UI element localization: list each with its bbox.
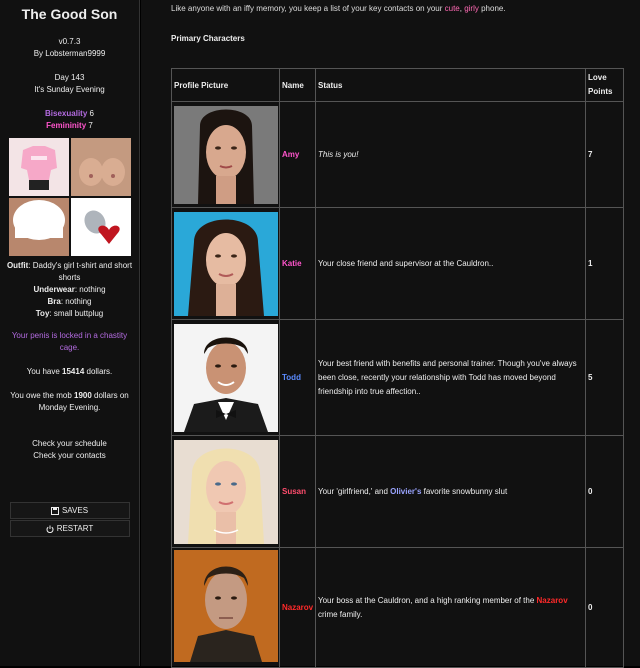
schedule-link[interactable]: Check your schedule <box>0 438 139 450</box>
amy-portrait <box>174 105 278 204</box>
profile-picture-cell <box>171 101 280 208</box>
chastity-text: Your penis is locked in a chastity cage. <box>11 331 128 352</box>
status-cell: Your 'girlfriend,' and Olivier's favorit… <box>315 435 586 548</box>
contacts-link[interactable]: Check your contacts <box>0 450 139 462</box>
outfit-line: Outfit: Daddy's girl t-shirt and short s… <box>0 260 139 284</box>
torso-image <box>70 138 131 196</box>
time-text: It's Sunday Evening <box>34 85 105 94</box>
bra-line: Bra: nothing <box>0 296 139 308</box>
author-text: By Lobsterman9999 <box>33 49 106 58</box>
power-icon <box>46 525 54 533</box>
debt-value: 1900 <box>74 391 92 400</box>
points-cell: 5 <box>585 319 624 436</box>
todd-portrait <box>174 323 278 432</box>
underwear-line: Underwear: nothing <box>0 284 139 296</box>
profile-picture-cell <box>171 435 280 548</box>
money-post: dollars. <box>84 367 113 376</box>
money-text: You have 15414 dollars. <box>0 366 139 378</box>
bisexuality-value: 6 <box>89 109 94 118</box>
buttplug-image <box>70 198 131 256</box>
bra-value: : nothing <box>60 297 92 306</box>
header-picture: Profile Picture <box>171 68 280 102</box>
points-cell: 0 <box>585 435 624 548</box>
table-row: Nazarov Your boss at the Cauldron, and a… <box>171 547 624 668</box>
susan-portrait <box>174 439 278 544</box>
underwear-label: Underwear <box>33 285 75 294</box>
status-cell: This is you! <box>315 101 586 208</box>
name-cell: Amy <box>279 101 316 208</box>
bisexuality-stat: Bisexuality 6 <box>0 108 139 120</box>
points-cell: 7 <box>585 101 624 208</box>
contacts-table: Profile Picture Name Status Love Points <box>171 68 624 668</box>
toy-label: Toy <box>35 309 50 318</box>
money-value: 15414 <box>62 367 85 376</box>
name-cell: Katie <box>279 207 316 320</box>
femininity-value: 7 <box>88 121 93 130</box>
outfit-thumbnails <box>8 138 131 256</box>
intro-pre: Like anyone with an iffy memory, you kee… <box>171 4 445 13</box>
tshirt-image <box>8 138 69 196</box>
table-row: Amy This is you! 7 <box>171 101 624 208</box>
header-name: Name <box>279 68 316 102</box>
table-row: Katie Your close friend and supervisor a… <box>171 207 624 320</box>
cute-word: cute <box>444 4 460 13</box>
toy-value: : small buttplug <box>49 309 104 318</box>
status-post: crime family. <box>318 609 363 619</box>
name-cell: Nazarov <box>279 547 316 668</box>
floppy-icon <box>50 506 59 515</box>
version-text: v0.7.3 <box>58 37 81 46</box>
status-cell: Your close friend and supervisor at the … <box>315 207 586 320</box>
points-cell: 1 <box>585 207 624 320</box>
table-row: Todd Your best friend with benefits and … <box>171 319 624 436</box>
bra-label: Bra <box>47 297 61 306</box>
debt-text: You owe the mob 1900 dollars on Monday E… <box>0 390 139 414</box>
name-cell: Todd <box>279 319 316 436</box>
name-cell: Susan <box>279 435 316 548</box>
header-status: Status <box>315 68 586 102</box>
outfit-value: : Daddy's girl t-shirt and short shorts <box>28 261 133 282</box>
profile-picture-cell <box>171 319 280 436</box>
bisexuality-label: Bisexuality <box>45 109 88 118</box>
femininity-label: Femininity <box>46 121 87 130</box>
day-text: Day 143 <box>54 73 85 82</box>
saves-button[interactable]: SAVES <box>9 502 130 519</box>
debt-pre: You owe the mob <box>10 391 75 400</box>
underwear-value: : nothing <box>74 285 106 294</box>
section-title: Primary Characters <box>171 34 245 43</box>
olivier-link: Olivier's <box>390 486 422 496</box>
girly-word: girly <box>464 4 479 13</box>
status-cell: Your boss at the Cauldron, and a high ra… <box>315 547 586 668</box>
nazarov-portrait <box>174 550 278 662</box>
intro-post: phone. <box>478 4 506 13</box>
sidebar: The Good Son v0.7.3 By Lobsterman9999 Da… <box>0 0 140 666</box>
restart-button[interactable]: RESTART <box>9 520 130 537</box>
status-cell: Your best friend with benefits and perso… <box>315 319 586 436</box>
points-cell: 0 <box>585 547 624 668</box>
main-panel: Like anyone with an iffy memory, you kee… <box>141 0 640 668</box>
toy-line: Toy: small buttplug <box>0 308 139 320</box>
restart-label: RESTART <box>56 524 94 533</box>
saves-label: SAVES <box>61 506 89 515</box>
femininity-stat: Femininity 7 <box>0 120 139 132</box>
outfit-label: Outfit <box>6 261 29 270</box>
profile-picture-cell <box>171 207 280 320</box>
katie-portrait <box>174 211 278 316</box>
underwear-image <box>8 198 69 256</box>
profile-picture-cell <box>171 547 280 668</box>
intro-text: Like anyone with an iffy memory, you kee… <box>171 4 506 13</box>
status-pre: Your 'girlfriend,' and <box>318 486 391 496</box>
status-pre: Your boss at the Cauldron, and a high ra… <box>318 595 537 605</box>
header-points: Love Points <box>585 68 624 102</box>
nazarov-link: Nazarov <box>536 595 568 605</box>
status-post: favorite snowbunny slut <box>421 486 508 496</box>
game-title: The Good Son <box>21 6 118 22</box>
table-row: Susan Your 'girlfriend,' and Olivier's f… <box>171 435 624 548</box>
table-header-row: Profile Picture Name Status Love Points <box>171 68 624 102</box>
money-pre: You have <box>26 367 63 376</box>
